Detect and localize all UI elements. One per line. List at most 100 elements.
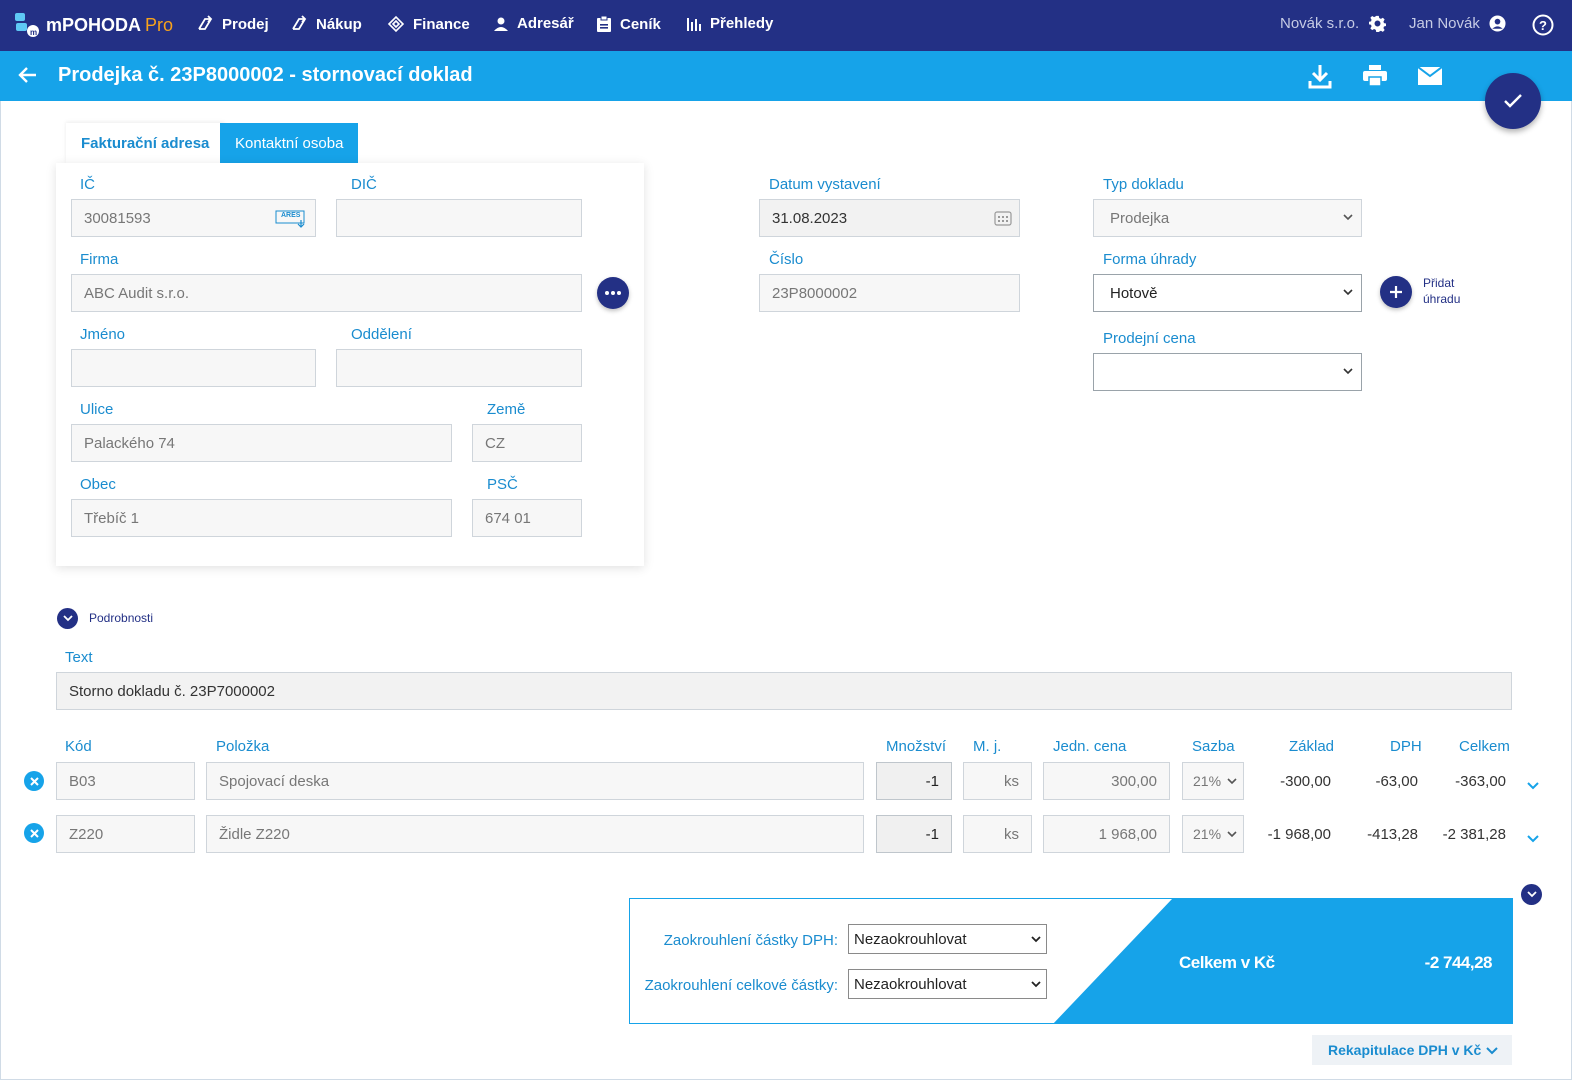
user-menu[interactable]: Jan Novák — [1409, 15, 1506, 32]
nav-item-cenik[interactable]: Ceník — [596, 15, 661, 33]
download-icon[interactable] — [1308, 63, 1332, 94]
cislo-input[interactable]: 23P8000002 — [759, 274, 1020, 312]
forma-select[interactable]: Hotově — [1093, 274, 1362, 312]
person-icon — [494, 17, 508, 31]
chevron-down-icon — [1227, 778, 1237, 785]
add-payment-label-1[interactable]: Přidat — [1423, 276, 1454, 290]
logo-text: mPOHODA — [46, 14, 142, 35]
nav-item-label: Nákup — [316, 15, 362, 33]
col-jedn-cena: Jedn. cena — [1053, 738, 1127, 755]
totals-toggle-button[interactable] — [1521, 884, 1542, 905]
details-toggle-label[interactable]: Podrobnosti — [89, 611, 153, 625]
jmeno-input[interactable] — [71, 349, 316, 387]
row-kod-input[interactable]: Z220 — [56, 815, 195, 853]
calendar-icon[interactable] — [994, 210, 1012, 231]
round-total-value: Nezaokrouhlovat — [854, 975, 967, 993]
email-icon[interactable] — [1417, 66, 1443, 90]
psc-label: PSČ — [487, 476, 518, 493]
finance-icon — [387, 15, 405, 33]
row-expand-icon[interactable] — [1526, 830, 1540, 848]
vat-recap-label: Rekapitulace DPH v Kč — [1328, 1042, 1482, 1058]
cena-select[interactable] — [1093, 353, 1362, 391]
row-polozka-input[interactable]: Židle Z220 — [206, 815, 864, 853]
forma-label: Forma úhrady — [1103, 251, 1197, 268]
typ-value: Prodejka — [1110, 209, 1170, 227]
company-name: Novák s.r.o. — [1280, 15, 1360, 32]
chevron-down-icon — [1031, 981, 1041, 988]
chart-icon — [687, 17, 701, 31]
details-toggle-button[interactable] — [57, 608, 78, 629]
add-payment-button[interactable] — [1380, 276, 1412, 308]
round-dph-select[interactable]: Nezaokrouhlovat — [848, 924, 1047, 954]
close-icon — [29, 828, 39, 838]
zeme-label: Země — [487, 401, 526, 418]
nav-item-adresar[interactable]: Adresář — [493, 15, 574, 32]
tab-contact-person[interactable]: Kontaktní osoba — [220, 123, 359, 163]
datum-input[interactable]: 31.08.2023 — [759, 199, 1020, 237]
row-zaklad: -1 968,00 — [1267, 826, 1331, 843]
row-mnozstvi-input[interactable]: -1 — [876, 815, 952, 853]
psc-input[interactable]: 674 01 — [472, 499, 582, 537]
row-jedn-cena-input[interactable]: 1 968,00 — [1043, 815, 1170, 853]
check-icon — [1504, 94, 1522, 108]
row-sazba-select[interactable]: 21% — [1182, 762, 1244, 800]
round-total-select[interactable]: Nezaokrouhlovat — [848, 969, 1047, 999]
ulice-input[interactable]: Palackého 74 — [71, 424, 452, 462]
row-sazba-value: 21% — [1193, 826, 1222, 842]
oddeleni-input[interactable] — [336, 349, 582, 387]
text-input[interactable]: Storno dokladu č. 23P7000002 — [56, 672, 1512, 710]
ares-label: ARES — [281, 212, 301, 219]
round-dph-value: Nezaokrouhlovat — [854, 930, 967, 948]
cena-label: Prodejní cena — [1103, 330, 1196, 347]
more-options-button[interactable] — [597, 277, 629, 309]
typ-select[interactable]: Prodejka — [1093, 199, 1362, 237]
top-navigation: m mPOHODA Pro Prodej Nákup Finance Adres… — [0, 0, 1572, 51]
tab-billing-address[interactable]: Fakturační adresa — [66, 123, 225, 163]
nav-item-prodej[interactable]: Prodej — [196, 15, 269, 33]
row-sazba-select[interactable]: 21% — [1182, 815, 1244, 853]
ares-icon[interactable]: ARES — [275, 210, 307, 229]
round-total-label: Zaokrouhlení celkové částky: — [644, 977, 838, 994]
remove-row-button[interactable] — [24, 823, 44, 843]
company-switcher[interactable]: Novák s.r.o. — [1280, 15, 1387, 32]
logo-icon: m — [14, 12, 40, 38]
row-kod-input[interactable]: B03 — [56, 762, 195, 800]
help-icon[interactable]: ? — [1532, 14, 1554, 41]
back-arrow-icon[interactable] — [18, 65, 38, 90]
zeme-input[interactable]: CZ — [472, 424, 582, 462]
gear-icon[interactable] — [1369, 15, 1387, 32]
row-expand-icon[interactable] — [1526, 777, 1540, 795]
col-dph: DPH — [1390, 738, 1422, 755]
chevron-down-icon — [1227, 831, 1237, 838]
row-dph: -63,00 — [1375, 773, 1418, 790]
dic-label: DIČ — [351, 176, 377, 193]
app-logo[interactable]: m mPOHODA Pro — [14, 12, 173, 38]
nav-item-label: Ceník — [620, 15, 661, 33]
clipboard-icon — [597, 15, 611, 32]
print-icon[interactable] — [1363, 65, 1387, 92]
cislo-label: Číslo — [769, 251, 804, 268]
jmeno-label: Jméno — [80, 326, 126, 343]
vat-recap-button[interactable]: Rekapitulace DPH v Kč — [1312, 1035, 1512, 1065]
row-mj-input[interactable]: ks — [963, 815, 1032, 853]
nav-item-prehledy[interactable]: Přehledy — [686, 15, 773, 32]
ulice-label: Ulice — [80, 401, 114, 418]
ic-value: 30081593 — [84, 209, 151, 227]
chevron-down-icon — [1343, 214, 1353, 221]
row-jedn-cena-input[interactable]: 300,00 — [1043, 762, 1170, 800]
row-polozka-input[interactable]: Spojovací deska — [206, 762, 864, 800]
text-label: Text — [65, 649, 93, 666]
firma-input[interactable]: ABC Audit s.r.o. — [71, 274, 582, 312]
dic-input[interactable] — [336, 199, 582, 237]
nav-item-nakup[interactable]: Nákup — [290, 15, 362, 33]
row-mj-input[interactable]: ks — [963, 762, 1032, 800]
chevron-down-icon — [62, 615, 73, 622]
page-title: Prodejka č. 23P8000002 - stornovací dokl… — [58, 64, 473, 86]
add-payment-label-2[interactable]: úhradu — [1423, 292, 1460, 306]
confirm-button[interactable] — [1485, 73, 1541, 129]
remove-row-button[interactable] — [24, 771, 44, 791]
obec-input[interactable]: Třebíč 1 — [71, 499, 452, 537]
row-celkem: -2 381,28 — [1442, 826, 1506, 843]
row-mnozstvi-input[interactable]: -1 — [876, 762, 952, 800]
nav-item-finance[interactable]: Finance — [387, 15, 470, 33]
